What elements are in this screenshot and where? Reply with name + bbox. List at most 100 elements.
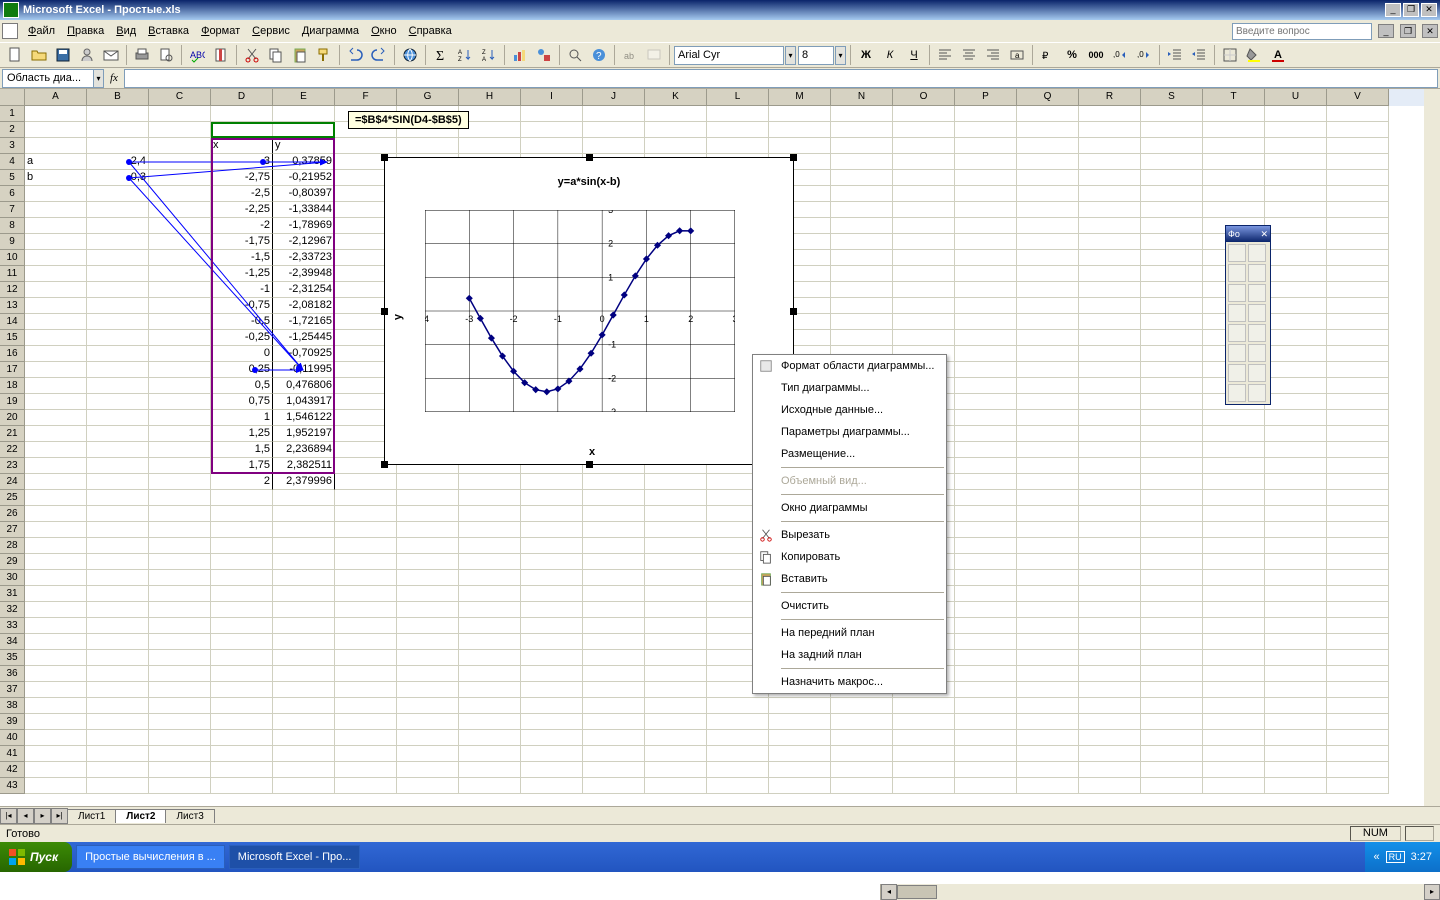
- cell-V14[interactable]: [1327, 314, 1389, 330]
- cell-P14[interactable]: [955, 314, 1017, 330]
- cell-Q5[interactable]: [1017, 170, 1079, 186]
- cell-J27[interactable]: [583, 522, 645, 538]
- cell-Q3[interactable]: [1017, 138, 1079, 154]
- combolist-control-button[interactable]: [1228, 324, 1246, 342]
- cell-N43[interactable]: [831, 778, 893, 794]
- cell-J43[interactable]: [583, 778, 645, 794]
- increase-decimal-button[interactable]: ,0: [1109, 44, 1131, 66]
- cell-H35[interactable]: [459, 650, 521, 666]
- cell-D19[interactable]: 0,75: [211, 394, 273, 410]
- first-sheet-button[interactable]: |◂: [0, 808, 17, 824]
- tray-arrow-icon[interactable]: «: [1373, 851, 1379, 863]
- cell-A7[interactable]: [25, 202, 87, 218]
- cell-K30[interactable]: [645, 570, 707, 586]
- percent-button[interactable]: %: [1061, 44, 1083, 66]
- cell-Q1[interactable]: [1017, 106, 1079, 122]
- cell-Q19[interactable]: [1017, 394, 1079, 410]
- cell-A31[interactable]: [25, 586, 87, 602]
- menu-файл[interactable]: Файл: [22, 23, 61, 39]
- cell-C14[interactable]: [149, 314, 211, 330]
- cell-D38[interactable]: [211, 698, 273, 714]
- cell-U23[interactable]: [1265, 458, 1327, 474]
- row-header-34[interactable]: 34: [0, 634, 25, 650]
- cell-I43[interactable]: [521, 778, 583, 794]
- cell-D20[interactable]: 1: [211, 410, 273, 426]
- row-header-20[interactable]: 20: [0, 410, 25, 426]
- cell-V18[interactable]: [1327, 378, 1389, 394]
- cell-K28[interactable]: [645, 538, 707, 554]
- cell-P27[interactable]: [955, 522, 1017, 538]
- cell-S9[interactable]: [1141, 234, 1203, 250]
- cell-T4[interactable]: [1203, 154, 1265, 170]
- cell-M3[interactable]: [769, 138, 831, 154]
- cell-T1[interactable]: [1203, 106, 1265, 122]
- cell-E26[interactable]: [273, 506, 335, 522]
- cell-H43[interactable]: [459, 778, 521, 794]
- cell-P35[interactable]: [955, 650, 1017, 666]
- cell-V23[interactable]: [1327, 458, 1389, 474]
- cell-Q18[interactable]: [1017, 378, 1079, 394]
- cell-N7[interactable]: [831, 202, 893, 218]
- cell-H30[interactable]: [459, 570, 521, 586]
- cell-E4[interactable]: 0,37859: [273, 154, 335, 170]
- cell-T20[interactable]: [1203, 410, 1265, 426]
- row-header-29[interactable]: 29: [0, 554, 25, 570]
- cell-U25[interactable]: [1265, 490, 1327, 506]
- cell-Q23[interactable]: [1017, 458, 1079, 474]
- cell-O4[interactable]: [893, 154, 955, 170]
- cell-M38[interactable]: [769, 698, 831, 714]
- cell-A22[interactable]: [25, 442, 87, 458]
- cell-N9[interactable]: [831, 234, 893, 250]
- prev-sheet-button[interactable]: ◂: [17, 808, 34, 824]
- cell-Q20[interactable]: [1017, 410, 1079, 426]
- cell-J40[interactable]: [583, 730, 645, 746]
- cell-R23[interactable]: [1079, 458, 1141, 474]
- cell-R14[interactable]: [1079, 314, 1141, 330]
- cell-A2[interactable]: [25, 122, 87, 138]
- cell-A17[interactable]: [25, 362, 87, 378]
- cell-B42[interactable]: [87, 762, 149, 778]
- cell-O42[interactable]: [893, 762, 955, 778]
- cell-F33[interactable]: [335, 618, 397, 634]
- cell-V16[interactable]: [1327, 346, 1389, 362]
- cell-D3[interactable]: x: [211, 138, 273, 154]
- cell-A36[interactable]: [25, 666, 87, 682]
- cell-M42[interactable]: [769, 762, 831, 778]
- cell-L42[interactable]: [707, 762, 769, 778]
- cell-E17[interactable]: -0,11995: [273, 362, 335, 378]
- cell-U3[interactable]: [1265, 138, 1327, 154]
- cell-G32[interactable]: [397, 602, 459, 618]
- col-header-V[interactable]: V: [1327, 89, 1389, 106]
- col-header-B[interactable]: B: [87, 89, 149, 106]
- col-header-Q[interactable]: Q: [1017, 89, 1079, 106]
- cell-N38[interactable]: [831, 698, 893, 714]
- cell-C19[interactable]: [149, 394, 211, 410]
- cell-B21[interactable]: [87, 426, 149, 442]
- row-header-37[interactable]: 37: [0, 682, 25, 698]
- cell-V25[interactable]: [1327, 490, 1389, 506]
- cell-E12[interactable]: -2,31254: [273, 282, 335, 298]
- cell-A23[interactable]: [25, 458, 87, 474]
- cell-T31[interactable]: [1203, 586, 1265, 602]
- cell-T25[interactable]: [1203, 490, 1265, 506]
- cell-Q35[interactable]: [1017, 650, 1079, 666]
- cell-C3[interactable]: [149, 138, 211, 154]
- cell-V42[interactable]: [1327, 762, 1389, 778]
- cell-U18[interactable]: [1265, 378, 1327, 394]
- cell-U7[interactable]: [1265, 202, 1327, 218]
- cell-R39[interactable]: [1079, 714, 1141, 730]
- cell-D31[interactable]: [211, 586, 273, 602]
- cell-B36[interactable]: [87, 666, 149, 682]
- ctx-исходные-данные[interactable]: Исходные данные...: [753, 399, 946, 421]
- cell-U5[interactable]: [1265, 170, 1327, 186]
- name-box[interactable]: Область диа...: [2, 69, 94, 88]
- cell-H33[interactable]: [459, 618, 521, 634]
- cell-S5[interactable]: [1141, 170, 1203, 186]
- cell-J28[interactable]: [583, 538, 645, 554]
- cell-M40[interactable]: [769, 730, 831, 746]
- cell-U36[interactable]: [1265, 666, 1327, 682]
- permission-button[interactable]: [76, 44, 98, 66]
- new-button[interactable]: [4, 44, 26, 66]
- taskbar-task-1[interactable]: Microsoft Excel - Про...: [229, 845, 361, 869]
- cell-C27[interactable]: [149, 522, 211, 538]
